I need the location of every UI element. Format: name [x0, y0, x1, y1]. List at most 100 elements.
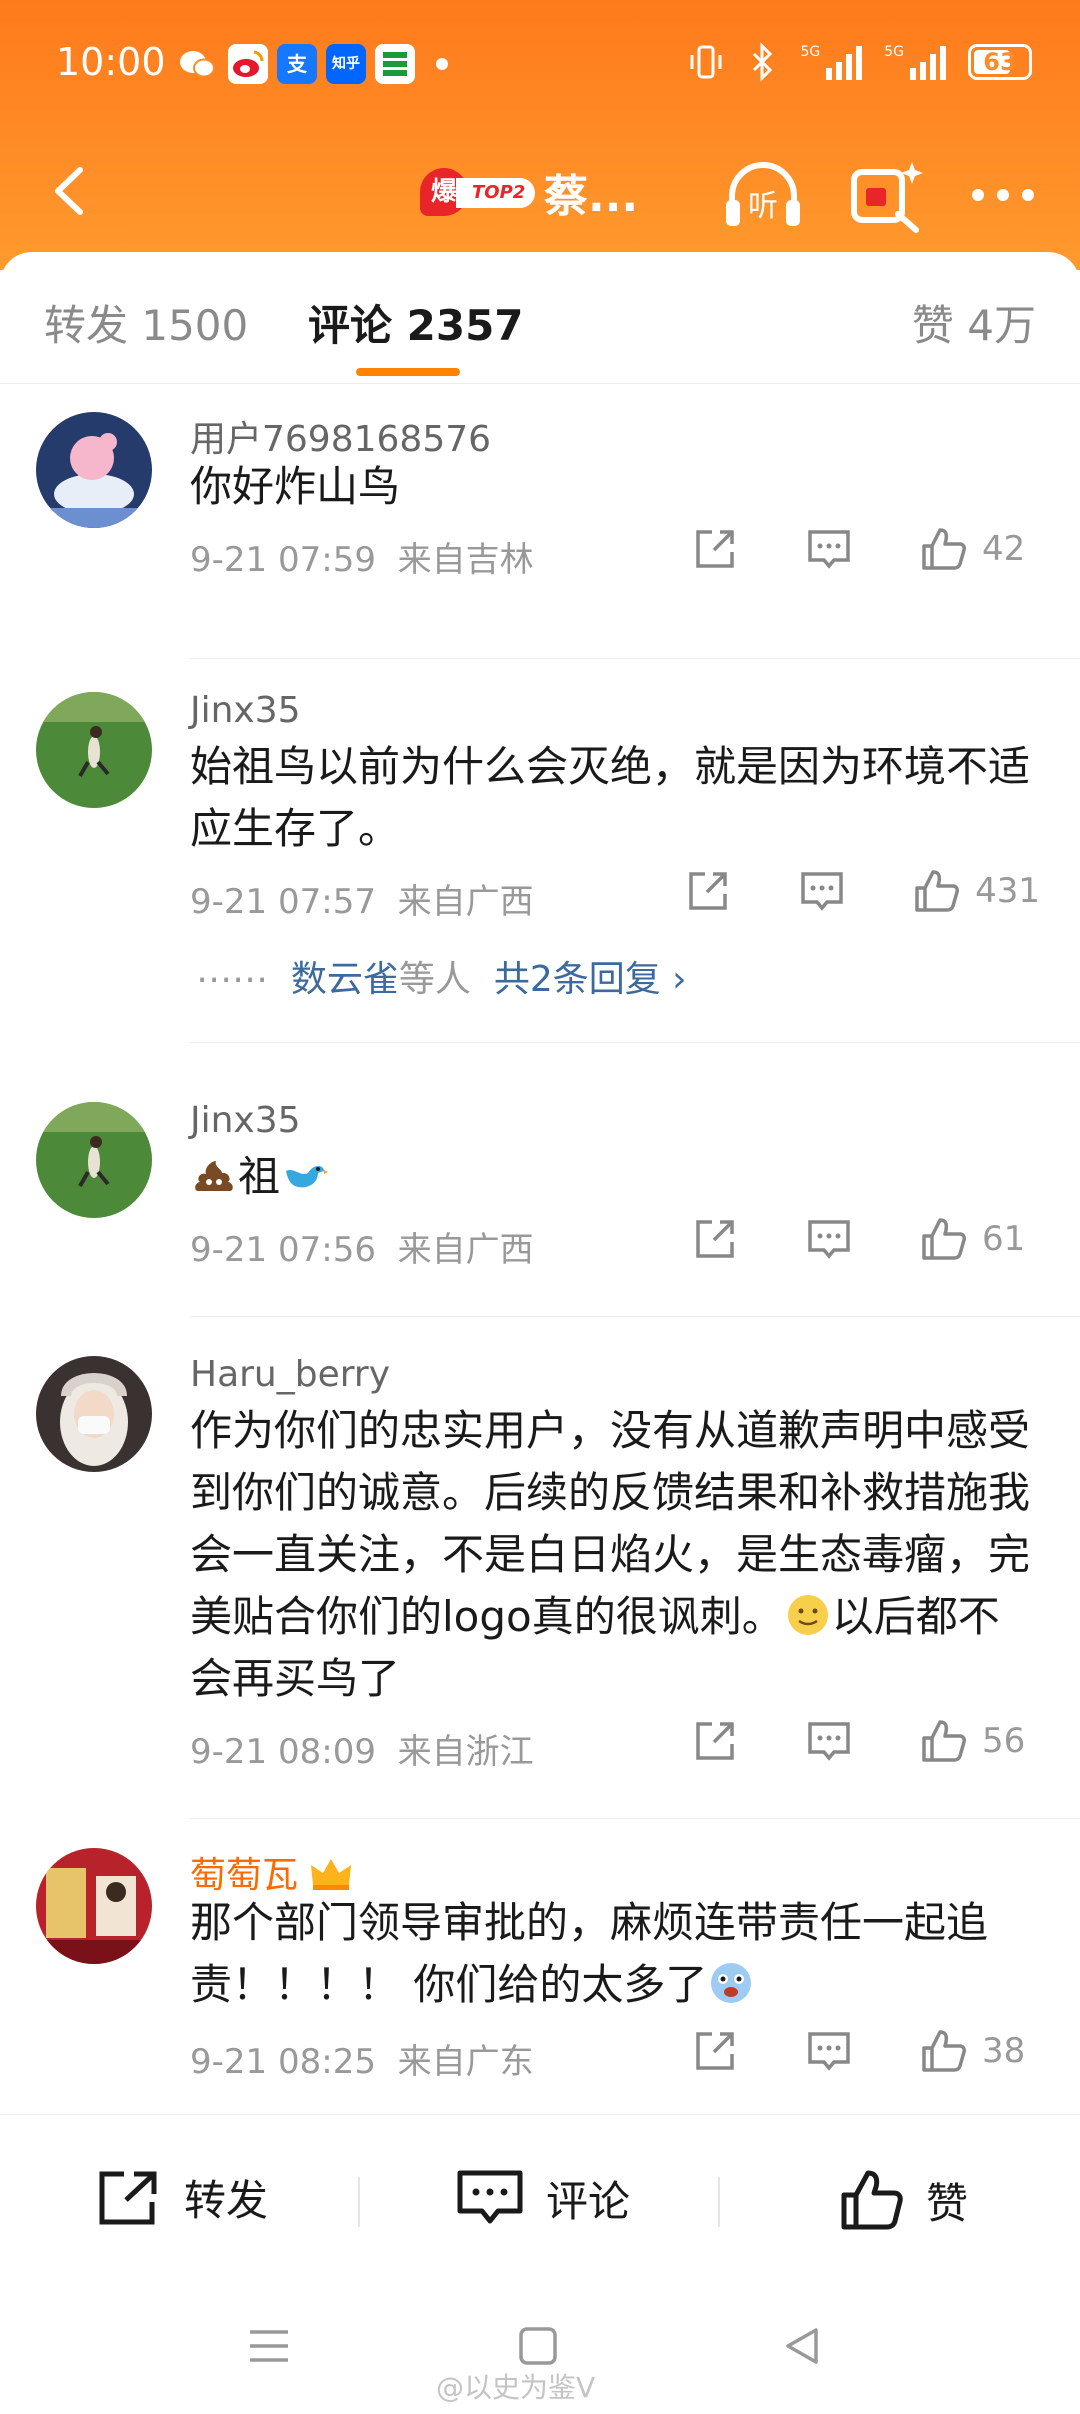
comment-username[interactable]: Haru_berry — [190, 1354, 390, 1395]
like-icon[interactable] — [918, 1716, 968, 1766]
bird-emoji-icon — [286, 1166, 329, 1188]
tab-active-indicator — [356, 368, 460, 376]
share-icon[interactable] — [690, 2026, 740, 2076]
reply-icon[interactable] — [804, 1716, 854, 1766]
share-icon[interactable] — [683, 866, 733, 916]
watermark: @以史为鉴V — [436, 2371, 596, 2404]
comment-username[interactable]: Jinx35 — [190, 690, 301, 731]
repost-label: 转发 — [184, 2176, 269, 2225]
status-time: 10:00 — [56, 40, 166, 84]
comment-text-body: 祖 — [238, 1152, 281, 1201]
comment-meta: 9-21 07:56 来自广西 — [190, 1222, 534, 1271]
more-notifications-dot — [436, 58, 448, 70]
vip-username-text: 萄萄瓦 — [190, 1855, 299, 1896]
reply-user-names[interactable]: 数云雀 — [291, 959, 399, 1000]
tab-comments[interactable]: 评论 2357 — [308, 292, 524, 353]
replies-dots: ⋯⋯ — [196, 959, 291, 1000]
back-triangle-icon[interactable] — [780, 2324, 824, 2368]
comment-username[interactable]: Jinx35 — [190, 1100, 301, 1141]
vibrate-icon — [690, 45, 722, 79]
comment-time: 9-21 07:57 — [190, 882, 376, 922]
signal-2-icon: 5G — [884, 44, 946, 80]
divider — [190, 1316, 1080, 1317]
comment-location: 来自浙江 — [397, 1732, 534, 1772]
comment-actions: 56 — [626, 1716, 1040, 1766]
bank-icon — [375, 44, 415, 84]
like-label: 赞 — [926, 2178, 969, 2228]
reply-users-suffix: 等人 — [398, 959, 471, 1000]
comment-actions: 42 — [626, 524, 1040, 574]
share-icon[interactable] — [690, 1716, 740, 1766]
like-count: 42 — [982, 529, 1026, 569]
home-square-icon[interactable] — [516, 2324, 560, 2368]
ai-search-icon[interactable] — [842, 150, 932, 240]
comment-time: 9-21 07:56 — [190, 1230, 376, 1270]
battery-icon: 63 — [968, 44, 1032, 80]
divider — [358, 2177, 360, 2227]
divider — [190, 658, 1080, 659]
comment-meta: 9-21 07:57 来自广西 — [190, 874, 534, 923]
comment-icon — [457, 2170, 523, 2224]
like-icon[interactable] — [918, 1214, 968, 1264]
comment-time: 9-21 08:09 — [190, 1732, 376, 1772]
reply-icon[interactable] — [804, 2026, 854, 2076]
reply-icon[interactable] — [797, 866, 847, 916]
hot-rank-badge: 爆 TOP2 — [420, 166, 536, 218]
like-icon[interactable] — [911, 866, 961, 916]
like-count: 61 — [982, 1219, 1026, 1259]
signal-1-icon: 5G — [800, 44, 863, 80]
comment-text: 作为你们的忠实用户，没有从道歉声明中感受到你们的诚意。后续的反馈结果和补救措施我… — [190, 1400, 1030, 1710]
back-arrow-icon[interactable] — [36, 156, 106, 226]
tab-likes[interactable]: 赞 4万 — [912, 292, 1036, 353]
share-icon — [99, 2171, 157, 2224]
bluetooth-icon — [753, 42, 773, 82]
reply-icon[interactable] — [804, 1214, 854, 1264]
comment-username[interactable]: 萄萄瓦 — [190, 1846, 353, 1898]
comment-location: 来自广西 — [397, 882, 534, 922]
top-header: 10:00 支 知乎 5G 5G 63 爆 TOP2 蔡... 听 — [0, 0, 1080, 270]
reply-icon[interactable] — [804, 524, 854, 574]
menu-icon[interactable] — [246, 2324, 292, 2368]
like-icon[interactable] — [918, 2026, 968, 2076]
comment-item: 用户7698168576 你好炸山鸟 9-21 07:59 来自吉林 42 — [0, 410, 1080, 659]
comment-item: Haru_berry 作为你们的忠实用户，没有从道歉声明中感受到你们的诚意。后续… — [0, 1354, 1080, 1836]
comment-meta: 9-21 08:09 来自浙江 — [190, 1724, 534, 1773]
battery-level: 63 — [983, 48, 1017, 76]
share-icon[interactable] — [690, 1214, 740, 1264]
comment-username[interactable]: 用户7698168576 — [190, 410, 491, 462]
more-options-icon[interactable] — [958, 150, 1048, 240]
hot-topic-title[interactable]: 爆 TOP2 蔡... — [420, 160, 638, 224]
like-button[interactable]: 赞 — [838, 2167, 968, 2233]
listen-headphones-icon[interactable]: 听 — [718, 150, 808, 240]
comment-location: 来自广东 — [397, 2042, 534, 2082]
comment-button[interactable]: 评论 — [456, 2167, 630, 2229]
crown-badge-icon — [311, 1859, 352, 1890]
view-replies-link[interactable]: ⋯⋯ 数云雀等人 共2条回复 › — [196, 950, 687, 1002]
comment-meta: 9-21 08:25 来自广东 — [190, 2034, 534, 2083]
repost-button[interactable]: 转发 — [96, 2167, 268, 2228]
weibo-icon — [228, 44, 268, 84]
comment-text: 祖 — [190, 1146, 1030, 1208]
divider — [190, 1818, 1080, 1819]
comment-time: 9-21 07:59 — [190, 540, 376, 580]
comment-text: 你好炸山鸟 — [190, 462, 401, 511]
comment-item: 萄萄瓦 那个部门领导审批的，麻烦连带责任一起追责！！！！ 你们给的太多了 9-2… — [0, 1848, 1080, 2108]
reply-count[interactable]: 共2条回复 — [494, 959, 661, 1000]
poop-emoji-icon — [195, 1161, 233, 1191]
like-icon[interactable] — [918, 524, 968, 574]
like-count: 38 — [982, 2031, 1026, 2071]
comments-card: 转发 1500 评论 2357 赞 4万 用户7698168576 你好炸山鸟 … — [0, 252, 1080, 2414]
status-bar: 10:00 支 知乎 5G 5G 63 — [0, 0, 1080, 130]
post-title: 蔡... — [544, 171, 639, 222]
avatar[interactable] — [36, 1356, 152, 1472]
tab-repost[interactable]: 转发 1500 — [44, 292, 248, 353]
avatar[interactable] — [36, 692, 152, 808]
share-icon[interactable] — [690, 524, 740, 574]
network-type-1: 5G — [800, 44, 821, 60]
network-type-2: 5G — [884, 44, 904, 60]
zhihu-icon: 知乎 — [326, 44, 366, 84]
avatar[interactable] — [36, 1102, 152, 1218]
comment-actions: 38 — [626, 2026, 1040, 2076]
avatar[interactable] — [36, 412, 152, 528]
avatar[interactable] — [36, 1848, 152, 1964]
